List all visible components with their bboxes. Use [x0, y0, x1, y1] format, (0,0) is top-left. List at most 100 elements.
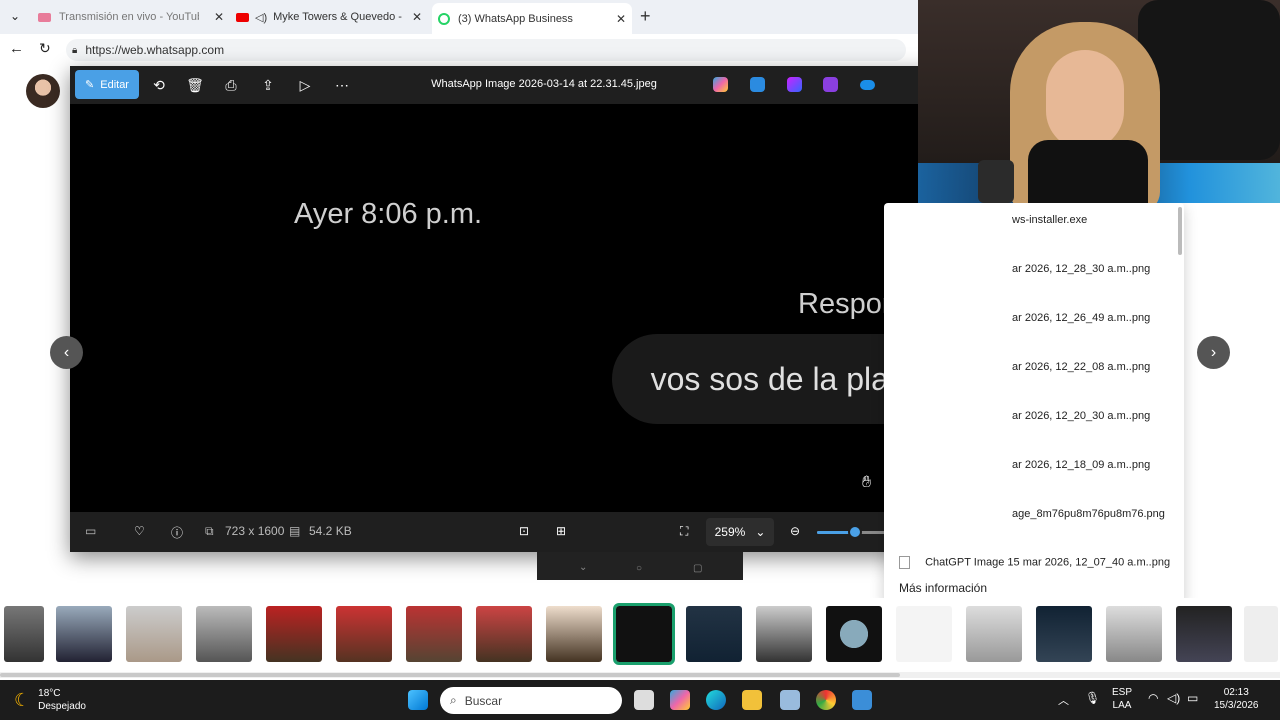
webcam-clothing — [1028, 140, 1148, 203]
zoom-dropdown[interactable]: 259% ⌄ — [706, 518, 774, 546]
back-arrow-icon[interactable]: ← — [9, 40, 24, 57]
clipchamp-icon[interactable] — [823, 77, 838, 92]
thumbnail[interactable] — [1036, 606, 1092, 662]
thumbnail-strip — [0, 598, 1280, 670]
battery-icon[interactable]: ▭ — [1187, 691, 1198, 705]
profile-avatar[interactable] — [26, 74, 60, 108]
zoom-slider-thumb[interactable] — [847, 525, 862, 539]
tray-chevron-icon[interactable]: ︿ — [1058, 692, 1069, 708]
next-image-button[interactable]: › — [1197, 336, 1230, 369]
download-item[interactable]: age_8m76pu8m76pu8m76.png — [1012, 508, 1165, 520]
new-tab-icon[interactable]: + — [640, 6, 651, 27]
dimensions-icon: ⧉ — [205, 524, 214, 538]
tab-whatsapp[interactable]: (3) WhatsApp Business ✕ — [432, 3, 632, 34]
clock[interactable]: 02:13 15/3/2026 — [1214, 686, 1259, 712]
preview-chevron-icon: ⌄ — [579, 562, 588, 573]
image-dimensions: 723 x 1600 — [225, 524, 285, 538]
task-view-icon[interactable] — [634, 690, 654, 710]
site-info-icon[interactable]: 🔒︎ — [72, 45, 77, 56]
thumbnail[interactable] — [546, 606, 602, 662]
thumbnail[interactable] — [966, 606, 1022, 662]
thumbnail[interactable] — [266, 606, 322, 662]
tab-label: Myke Towers & Quevedo - SC — [273, 11, 403, 23]
ocr-text-icon[interactable]: ⊞ — [556, 524, 566, 538]
download-item[interactable]: ar 2026, 12_20_30 a.m..png — [1012, 410, 1150, 422]
previous-image-button[interactable]: ‹ — [50, 336, 83, 369]
chevron-down-icon: ⌄ — [755, 525, 766, 539]
youtube-icon — [236, 12, 249, 22]
zoom-value: 259% — [714, 525, 746, 539]
thumbnail[interactable] — [1176, 606, 1232, 662]
taskbar: ☾ 18°C Despejado ⌕ Buscar ︿ 🎙︎ ESP LAA ◠… — [0, 680, 1280, 720]
thumbnail-scrollbar[interactable] — [0, 672, 1280, 678]
microphone-icon[interactable]: 🎙︎ — [1085, 691, 1100, 705]
thumbnail[interactable] — [896, 606, 952, 662]
designer-icon[interactable] — [787, 77, 802, 92]
close-tab-icon[interactable]: ✕ — [412, 10, 422, 24]
windows-start-icon[interactable] — [408, 690, 428, 710]
image-canvas[interactable]: Ayer 8:06 p.m. Respondiste vos sos de la… — [70, 104, 1018, 529]
webcam-microphone — [978, 160, 1014, 203]
downloads-scrollbar[interactable] — [1178, 207, 1182, 255]
thumbnail[interactable] — [196, 606, 252, 662]
volume-icon[interactable]: ◁) — [1167, 691, 1180, 705]
preview-home-icon: ○ — [636, 563, 643, 574]
favorite-heart-icon[interactable]: ♡ — [134, 524, 145, 538]
photos-app-icon[interactable] — [852, 690, 872, 710]
preview-recent-icon: ▢ — [693, 563, 703, 574]
thumbnail[interactable] — [126, 606, 182, 662]
download-item[interactable]: ar 2026, 12_18_09 a.m..png — [1012, 459, 1150, 471]
url-field[interactable]: 🔒︎ https://web.whatsapp.com — [66, 39, 906, 61]
copilot-icon[interactable] — [670, 690, 690, 710]
fit-to-window-icon[interactable]: ⛶ — [680, 524, 688, 539]
tab-myke-towers[interactable]: ◁) Myke Towers & Quevedo - SC ✕ — [236, 4, 428, 30]
scrollbar-thumb[interactable] — [0, 673, 900, 677]
info-icon[interactable]: ⓘ — [171, 524, 183, 541]
webcam-overlay — [918, 0, 1280, 203]
weather-widget[interactable]: ☾ 18°C Despejado — [14, 687, 86, 713]
thumbnail[interactable] — [336, 606, 392, 662]
thumbnail[interactable] — [56, 606, 112, 662]
moon-icon: ☾ — [14, 689, 31, 710]
photos-editor-icon[interactable] — [750, 77, 765, 92]
thumbnail[interactable] — [686, 606, 742, 662]
thumbnail[interactable] — [756, 606, 812, 662]
download-item[interactable]: ar 2026, 12_26_49 a.m..png — [1012, 312, 1150, 324]
thumbnail[interactable] — [4, 606, 44, 662]
temperature: 18°C — [38, 688, 61, 699]
thumbnail[interactable] — [476, 606, 532, 662]
download-item[interactable]: ar 2026, 12_28_30 a.m..png — [1012, 263, 1150, 275]
download-item[interactable]: ws-installer.exe — [1012, 214, 1087, 226]
zoom-out-icon[interactable]: ⊖ — [790, 524, 800, 538]
copilot-icon[interactable] — [713, 77, 728, 92]
file-size: 54.2 KB — [309, 524, 352, 538]
thumbnail[interactable] — [826, 606, 882, 662]
edge-icon[interactable] — [706, 690, 726, 710]
close-tab-icon[interactable]: ✕ — [616, 12, 626, 26]
search-icon: ⌕ — [450, 693, 457, 707]
more-info-link[interactable]: Más información — [899, 581, 987, 595]
thumbnail-selected[interactable] — [613, 603, 675, 665]
thumbnail[interactable] — [1244, 606, 1278, 662]
chat-timestamp: Ayer 8:06 p.m. — [294, 198, 483, 230]
tab-label: (3) WhatsApp Business — [458, 12, 573, 25]
tab-list-chevron-icon[interactable]: ⌄ — [10, 9, 20, 23]
chrome-icon[interactable] — [816, 690, 836, 710]
onedrive-icon[interactable] — [860, 80, 875, 90]
visual-search-icon[interactable]: ⊡ — [519, 524, 529, 538]
download-item-chatgpt[interactable]: ChatGPT Image 15 mar 2026, 12_07_40 a.m.… — [899, 556, 1170, 569]
download-item[interactable]: ar 2026, 12_22_08 a.m..png — [1012, 361, 1150, 373]
tab-youtube-studio[interactable]: Transmisión en vivo - YouTube Stu ✕ — [38, 4, 230, 30]
refresh-icon[interactable]: ↻ — [39, 40, 51, 57]
wifi-icon[interactable]: ◠ — [1148, 691, 1158, 705]
file-explorer-icon[interactable] — [742, 690, 762, 710]
thumbnail[interactable] — [1106, 606, 1162, 662]
close-tab-icon[interactable]: ✕ — [214, 10, 224, 24]
speaker-icon[interactable]: ◁) — [255, 11, 267, 24]
search-label: Buscar — [464, 693, 503, 708]
filmstrip-toggle-icon[interactable]: ▭ — [85, 524, 96, 538]
language-indicator[interactable]: ESP LAA — [1112, 686, 1132, 712]
taskbar-search[interactable]: ⌕ Buscar — [440, 687, 622, 714]
thumbnail[interactable] — [406, 606, 462, 662]
app-icon[interactable] — [780, 690, 800, 710]
